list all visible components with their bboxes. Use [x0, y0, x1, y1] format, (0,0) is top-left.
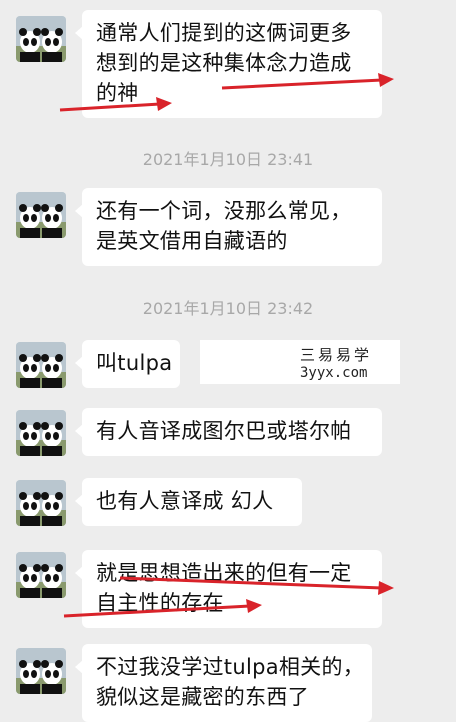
message-bubble[interactable]: 叫tulpa: [75, 340, 180, 388]
message-line: 貌似这是藏密的东西了: [96, 685, 309, 709]
message-line: 就是思想造出来的但有一定: [96, 561, 352, 585]
message-line: 想到的是这种集体念力造成: [96, 51, 352, 75]
message-bubble[interactable]: 通常人们提到的这俩词更多 想到的是这种集体念力造成 的神: [75, 10, 382, 118]
avatar[interactable]: [16, 552, 66, 598]
watermark: 三易易学 3yyx.com: [200, 340, 400, 384]
message-line: 有人音译成图尔巴或塔尔帕: [96, 419, 352, 443]
panda-avatar-icon: [16, 648, 66, 694]
message-bubble[interactable]: 有人音译成图尔巴或塔尔帕: [75, 408, 382, 456]
avatar[interactable]: [16, 16, 66, 62]
watermark-url: 3yyx.com: [300, 365, 368, 381]
message-line: 的神: [96, 81, 139, 105]
panda-avatar-icon: [16, 192, 66, 238]
message-line: 不过我没学过tulpa相关的，: [96, 655, 365, 679]
message-line: 自主性的存在: [96, 591, 224, 615]
message-line: 叫tulpa: [96, 351, 173, 375]
message-line: 也有人意译成 幻人: [96, 489, 274, 513]
panda-avatar-icon: [16, 16, 66, 62]
watermark-title: 三易易学: [299, 346, 372, 364]
panda-avatar-icon: [16, 480, 66, 526]
avatar[interactable]: [16, 342, 66, 388]
message-line: 还有一个词，没那么常见，: [96, 199, 352, 223]
message-bubble[interactable]: 也有人意译成 幻人: [75, 478, 302, 526]
message-bubble[interactable]: 还有一个词，没那么常见， 是英文借用自藏语的: [75, 188, 382, 266]
message-bubble[interactable]: 不过我没学过tulpa相关的， 貌似这是藏密的东西了: [75, 644, 372, 722]
avatar[interactable]: [16, 192, 66, 238]
timestamp: 2021年1月10日 23:42: [142, 299, 314, 318]
avatar[interactable]: [16, 410, 66, 456]
message-line: 通常人们提到的这俩词更多: [96, 21, 352, 45]
panda-avatar-icon: [16, 552, 66, 598]
message-bubble[interactable]: 就是思想造出来的但有一定 自主性的存在: [75, 550, 382, 628]
timestamp: 2021年1月10日 23:41: [142, 150, 314, 169]
panda-avatar-icon: [16, 342, 66, 388]
panda-avatar-icon: [16, 410, 66, 456]
avatar[interactable]: [16, 480, 66, 526]
avatar[interactable]: [16, 648, 66, 694]
message-line: 是英文借用自藏语的: [96, 229, 288, 253]
